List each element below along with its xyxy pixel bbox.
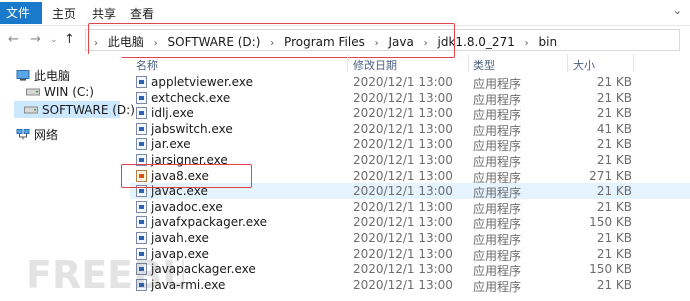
highlight-box-java8 [121, 164, 252, 188]
file-size: 21 KB [596, 137, 632, 152]
column-divider[interactable] [347, 54, 348, 72]
file-name: javadoc.exe [151, 199, 223, 214]
table-row[interactable]: idlj.exe 2020/12/1 13:00 应用程序 21 KB [130, 105, 690, 122]
forward-arrow-icon[interactable]: → [30, 32, 41, 47]
file-date: 2020/12/1 13:00 [353, 153, 453, 167]
file-name: jar.exe [151, 137, 191, 152]
file-date: 2020/12/1 13:00 [353, 121, 453, 136]
exe-file-icon [136, 232, 147, 244]
tab-share[interactable]: 共享 [92, 5, 116, 22]
column-size[interactable]: 大小 [573, 57, 595, 73]
column-divider[interactable] [633, 54, 634, 72]
exe-file-icon [136, 76, 147, 88]
file-name: java-rmi.exe [151, 277, 226, 292]
file-size: 21 KB [596, 75, 632, 89]
chevron-right-icon: › [524, 38, 529, 49]
file-size: 21 KB [596, 246, 632, 261]
file-date: 2020/12/1 13:00 [353, 215, 453, 230]
file-date: 2020/12/1 13:00 [353, 231, 453, 245]
file-size: 21 KB [596, 277, 632, 292]
exe-file-icon [136, 107, 147, 120]
file-date: 2020/12/1 13:00 [353, 90, 453, 105]
file-size: 21 KB [596, 106, 632, 121]
tab-view[interactable]: 查看 [130, 5, 154, 22]
column-header: 名称 修改日期 类型 大小 [130, 54, 690, 72]
table-row[interactable]: javafxpackager.exe 2020/12/1 13:00 应用程序 150… [130, 214, 690, 231]
tab-file[interactable]: 文件 [0, 2, 42, 24]
table-row[interactable]: jabswitch.exe 2020/12/1 13:00 应用程序 41 KB [130, 121, 690, 138]
column-type[interactable]: 类型 [473, 57, 495, 73]
file-date: 2020/12/1 13:00 [353, 106, 453, 121]
table-row[interactable]: jar.exe 2020/12/1 13:00 应用程序 21 KB [130, 136, 690, 153]
table-row[interactable]: javap.exe 2020/12/1 13:00 应用程序 21 KB [130, 246, 690, 263]
drive-icon [26, 88, 40, 96]
tab-home[interactable]: 主页 [52, 5, 76, 22]
tree-item-drive-c[interactable]: WIN (C:) [26, 85, 94, 99]
file-date: 2020/12/1 13:00 [353, 184, 453, 199]
file-size: 150 KB [589, 215, 632, 230]
computer-icon [16, 70, 30, 81]
exe-file-icon [136, 122, 147, 135]
file-date: 2020/12/1 13:00 [353, 277, 453, 292]
file-name: javah.exe [151, 231, 209, 245]
column-name[interactable]: 名称 [136, 57, 158, 73]
file-date: 2020/12/1 13:00 [353, 246, 453, 261]
column-divider[interactable] [468, 54, 469, 72]
exe-file-icon [136, 91, 147, 104]
table-row[interactable]: javapackager.exe 2020/12/1 13:00 应用程序 150 K… [130, 261, 690, 278]
file-size: 21 KB [596, 231, 632, 245]
file-name: jabswitch.exe [151, 121, 233, 136]
exe-file-icon [136, 263, 147, 276]
file-size: 21 KB [596, 153, 632, 167]
network-icon [16, 129, 30, 140]
tree-item-drive-d[interactable]: SOFTWARE (D:) [14, 101, 135, 118]
crumb-bin[interactable]: bin [539, 35, 558, 49]
table-row[interactable]: javadoc.exe 2020/12/1 13:00 应用程序 21 KB [130, 199, 690, 216]
file-date: 2020/12/1 13:00 [353, 199, 453, 214]
file-name: javap.exe [151, 246, 209, 261]
file-date: 2020/12/1 13:00 [353, 168, 453, 183]
file-type: 应用程序 [473, 279, 522, 294]
file-size: 21 KB [596, 199, 632, 214]
file-date: 2020/12/1 13:00 [353, 262, 453, 277]
table-row[interactable]: java-rmi.exe 2020/12/1 13:00 应用程序 21 KB [130, 277, 690, 294]
tree-item-network[interactable]: 网络 [16, 126, 58, 143]
tree-item-this-pc[interactable]: 此电脑 [16, 67, 70, 84]
file-size: 150 KB [589, 262, 632, 277]
file-date: 2020/12/1 13:00 [353, 75, 453, 89]
table-row[interactable]: appletviewer.exe 2020/12/1 13:00 应用程序 21 KB [130, 74, 690, 91]
navigation-pane: 此电脑 WIN (C:) SOFTWARE (D:) 网络 [0, 54, 135, 301]
file-size: 21 KB [596, 184, 632, 199]
exe-file-icon [136, 200, 147, 213]
column-divider[interactable] [567, 54, 568, 72]
exe-file-icon [136, 278, 147, 291]
file-name: extcheck.exe [151, 90, 231, 105]
highlight-box-address [88, 23, 455, 58]
file-size: 41 KB [596, 121, 632, 136]
table-row[interactable]: extcheck.exe 2020/12/1 13:00 应用程序 21 KB [130, 90, 690, 107]
file-size: 21 KB [596, 90, 632, 105]
file-date: 2020/12/1 13:00 [353, 137, 453, 152]
exe-file-icon [136, 138, 147, 151]
drive-icon [24, 106, 38, 114]
file-name: idlj.exe [151, 106, 194, 121]
file-name: javapackager.exe [151, 262, 256, 277]
exe-file-icon [136, 216, 147, 229]
file-name: javafxpackager.exe [151, 215, 268, 230]
file-size: 271 KB [589, 168, 632, 183]
up-arrow-icon[interactable]: ↑ [64, 32, 75, 47]
back-arrow-icon[interactable]: ← [8, 32, 19, 47]
chevron-down-icon[interactable]: ⌄ [673, 4, 682, 17]
file-name: appletviewer.exe [151, 75, 253, 89]
table-row[interactable]: javah.exe 2020/12/1 13:00 应用程序 21 KB [130, 230, 690, 247]
exe-file-icon [136, 247, 147, 260]
recent-chevron-icon[interactable]: ⌄ [50, 35, 58, 45]
column-date[interactable]: 修改日期 [353, 57, 397, 73]
